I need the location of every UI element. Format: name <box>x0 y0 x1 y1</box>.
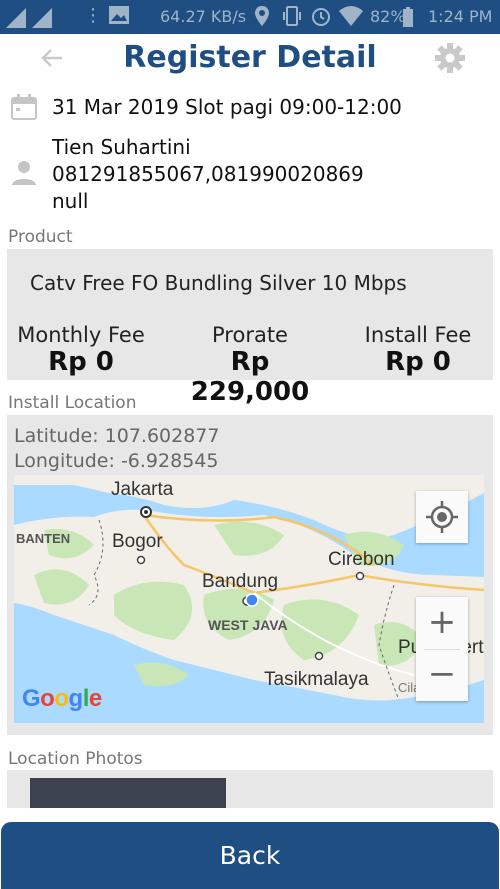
fee-label: Monthly Fee <box>17 323 145 347</box>
fee-install: Install Fee Rp 0 <box>353 323 483 377</box>
map-label-banten: BANTEN <box>16 531 71 546</box>
page-title: Register Detail <box>123 40 377 75</box>
install-location-label: Install Location <box>8 393 137 413</box>
more-icon: ⋮ <box>84 5 102 26</box>
map-label-west-java: WEST JAVA <box>208 617 288 633</box>
map-label-bandung: Bandung <box>202 571 279 592</box>
install-location-panel: Latitude: 107.602877 Longitude: -6.92854… <box>7 415 493 735</box>
fee-value: Rp 0 <box>48 347 114 377</box>
person-icon <box>10 158 38 186</box>
customer-extra: null <box>52 189 89 213</box>
signal-icon <box>6 8 26 32</box>
battery-icon <box>402 6 414 32</box>
map-label-tasikmalaya: Tasikmalaya <box>264 669 369 690</box>
latitude-text: Latitude: 107.602877 <box>14 425 220 447</box>
fee-label: Install Fee <box>364 323 472 347</box>
gear-icon[interactable] <box>434 42 466 74</box>
my-location-button[interactable] <box>416 491 468 543</box>
location-pin-icon <box>254 5 270 31</box>
product-label: Product <box>8 227 73 247</box>
zoom-out-button[interactable]: − <box>416 649 468 701</box>
google-logo: Google <box>22 685 102 712</box>
map-label-bogor: Bogor <box>112 531 163 552</box>
calendar-icon <box>10 93 38 121</box>
map-label-cirebon: Cirebon <box>328 549 395 570</box>
product-panel: Catv Free FO Bundling Silver 10 Mbps Mon… <box>7 249 493 407</box>
fee-value: Rp 229,000 <box>190 347 310 407</box>
wifi-icon <box>338 5 364 31</box>
longitude-text: Longitude: -6.928545 <box>14 450 219 472</box>
location-photos-panel <box>7 770 493 808</box>
crosshair-icon <box>426 501 458 533</box>
clock: 1:24 PM <box>428 7 493 26</box>
zoom-controls: + − <box>416 597 468 701</box>
signal-icon-2 <box>32 8 52 32</box>
slot-text: 31 Mar 2019 Slot pagi 09:00-12:00 <box>52 95 402 119</box>
fee-monthly: Monthly Fee Rp 0 <box>11 323 151 377</box>
alarm-icon <box>310 5 332 31</box>
customer-phones: 081291855067,081990020869 <box>52 162 364 186</box>
location-photo-thumbnail[interactable] <box>30 778 226 808</box>
product-name: Catv Free FO Bundling Silver 10 Mbps <box>30 271 407 295</box>
vibrate-icon <box>282 5 302 31</box>
location-photos-label: Location Photos <box>8 749 143 769</box>
back-button[interactable]: Back <box>1 822 499 889</box>
battery-percent: 82% <box>370 7 406 26</box>
customer-name: Tien Suhartini <box>52 135 191 159</box>
fee-value: Rp 0 <box>385 347 451 377</box>
fee-prorate: Prorate Rp 229,000 <box>167 323 333 407</box>
map-label-jakarta: Jakarta <box>111 479 174 500</box>
gallery-icon <box>108 5 130 29</box>
app-header: Register Detail <box>0 34 500 86</box>
zoom-in-button[interactable]: + <box>416 597 468 649</box>
fee-label: Prorate <box>212 323 288 347</box>
network-speed: 64.27 KB/s <box>160 7 247 26</box>
map-view[interactable]: Jakarta BANTEN Bogor Cirebon Bandung WES… <box>14 475 484 723</box>
status-bar: ⋮ 64.27 KB/s 82% 1:24 PM <box>0 0 500 34</box>
